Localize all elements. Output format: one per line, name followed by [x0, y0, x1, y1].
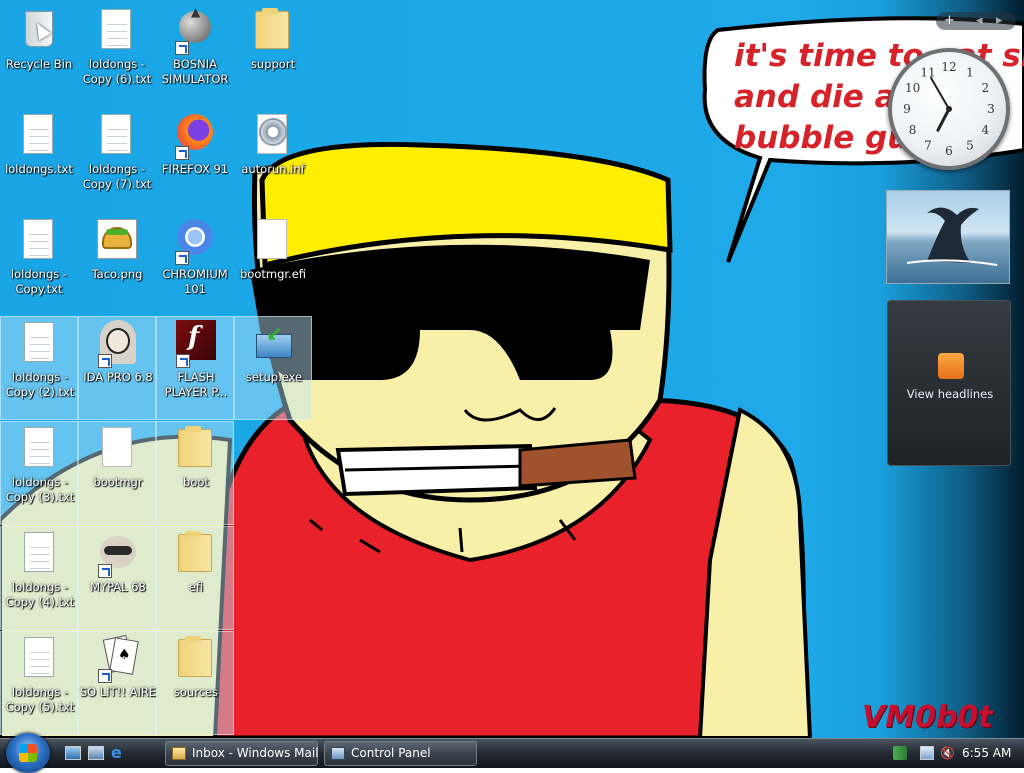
- desktop-icon-taco-png[interactable]: Taco.png: [78, 214, 156, 318]
- desktop-icon-sources-folder[interactable]: sources: [156, 631, 234, 735]
- desktop-icon-ida-pro[interactable]: IDA PRO 6.8: [78, 316, 156, 420]
- desktop-icon-recycle-bin[interactable]: Recycle Bin: [0, 4, 78, 108]
- spiked-ball-icon: ▲: [175, 5, 215, 55]
- display-icon[interactable]: [920, 746, 934, 760]
- ida-pro-icon: [98, 320, 138, 368]
- folder-icon: [176, 635, 216, 683]
- desktop-icon-loldongs-copy-txt[interactable]: loldongs - Copy.txt: [0, 214, 78, 318]
- folder-icon: [253, 7, 293, 55]
- clock-numeral: 11: [920, 66, 935, 80]
- taco-image-icon: [97, 217, 137, 265]
- desktop-icon-firefox[interactable]: FIREFOX 91: [156, 109, 234, 213]
- raccoon-browser-icon: [98, 530, 138, 578]
- desktop-icon-loldongs-copy-4-txt[interactable]: loldongs - Copy (4).txt: [0, 526, 78, 630]
- show-desktop-icon[interactable]: [65, 746, 81, 760]
- windows-logo-icon: [19, 744, 37, 762]
- taskbar-clock[interactable]: 6:55 AM: [962, 739, 1011, 767]
- next-gadget-icon[interactable]: ▸: [996, 12, 1003, 30]
- clock-numeral: 6: [945, 144, 953, 158]
- slideshow-gadget[interactable]: [886, 190, 1010, 284]
- taskbar: e Inbox - Windows Mail Control Panel 🔇 6…: [0, 733, 1024, 773]
- network-status-icon[interactable]: [893, 746, 907, 760]
- desktop-icon-solitaire[interactable]: ♠ SO LIT!! AIRE: [78, 631, 156, 735]
- desktop-icon-loldongs-copy-3-txt[interactable]: loldongs - Copy (3).txt: [0, 421, 78, 525]
- start-button[interactable]: [6, 733, 50, 773]
- clock-numeral: 9: [903, 102, 911, 116]
- blank-file-icon: [253, 217, 293, 265]
- desktop-icon-boot-folder[interactable]: boot: [156, 421, 234, 525]
- clock-gadget[interactable]: 12 1 2 3 4 5 6 7 8 9 10 11: [888, 48, 1010, 170]
- clock-numeral: 12: [941, 60, 956, 74]
- desktop-icon-flash-player[interactable]: f FLASH PLAYER P...: [156, 316, 234, 420]
- desktop-icon-chromium[interactable]: CHROMIUM 101: [156, 214, 234, 318]
- clock-numeral: 7: [924, 138, 932, 152]
- desktop-icon-loldongs-copy-2-txt[interactable]: loldongs - Copy (2).txt: [0, 316, 78, 420]
- clock-numeral: 3: [987, 102, 995, 116]
- clock-numeral: 8: [909, 123, 917, 137]
- setup-installer-icon: ↙: [254, 320, 294, 368]
- volume-muted-icon[interactable]: 🔇: [940, 746, 955, 760]
- taskbar-button-control-panel[interactable]: Control Panel: [324, 741, 477, 766]
- text-file-icon: [19, 217, 59, 265]
- desktop-icon-autorun-inf[interactable]: autorun.inf: [234, 109, 312, 213]
- text-file-icon: [20, 320, 60, 368]
- desktop-icon-support-folder[interactable]: support: [234, 4, 312, 108]
- text-file-icon: [20, 530, 60, 578]
- folder-icon: [176, 425, 216, 473]
- internet-explorer-icon[interactable]: e: [111, 745, 127, 761]
- gadget-toolbar: + ◂ ▸: [936, 12, 1016, 30]
- text-file-icon: [97, 112, 137, 160]
- text-file-icon: [19, 112, 59, 160]
- text-file-icon: [20, 635, 60, 683]
- clock-numeral: 1: [966, 66, 974, 80]
- desktop-icon-bootmgr[interactable]: bootmgr: [78, 421, 156, 525]
- previous-gadget-icon[interactable]: ◂: [976, 12, 983, 30]
- desktop-icon-mypal[interactable]: MYPAL 68: [78, 526, 156, 630]
- clock-minute-hand: [930, 76, 950, 110]
- settings-file-icon: [253, 112, 293, 160]
- text-file-icon: [20, 425, 60, 473]
- text-file-icon: [97, 7, 137, 55]
- desktop-icon-loldongs-txt[interactable]: loldongs.txt: [0, 109, 78, 213]
- feed-headlines-gadget[interactable]: View headlines: [887, 300, 1011, 466]
- add-gadget-icon[interactable]: +: [944, 12, 955, 30]
- desktop-icon-bosnia-simulator[interactable]: ▲ BOSNIA SIMULATOR: [156, 4, 234, 108]
- whale-photo: [906, 207, 998, 266]
- playing-cards-icon: ♠: [98, 634, 139, 683]
- clock-numeral: 10: [905, 81, 920, 95]
- desktop-icon-loldongs-copy-6-txt[interactable]: loldongs - Copy (6).txt: [78, 4, 156, 108]
- clock-numeral: 5: [966, 138, 974, 152]
- chromium-icon: [175, 217, 215, 265]
- clock-hour-hand: [936, 107, 951, 132]
- clock-face: 12 12 3 45678 9 1011: [903, 60, 995, 158]
- folder-icon: [176, 530, 216, 578]
- blank-file-icon: [98, 425, 138, 473]
- clock-center-pin: [946, 106, 952, 112]
- firefox-icon: [175, 112, 215, 160]
- control-panel-icon: [331, 747, 345, 760]
- desktop-icon-loldongs-copy-7-txt[interactable]: loldongs - Copy (7).txt: [78, 109, 156, 213]
- mail-icon: [172, 747, 186, 760]
- flash-player-icon: f: [176, 320, 216, 368]
- desktop-icon-setup-exe[interactable]: ↙ setup.exe: [234, 316, 312, 420]
- rss-feed-icon: [938, 353, 964, 379]
- taskbar-button-windows-mail[interactable]: Inbox - Windows Mail: [165, 741, 319, 766]
- desktop-icon-bootmgr-efi[interactable]: bootmgr.efi: [234, 214, 312, 318]
- clock-numeral: 2: [982, 81, 990, 95]
- view-headlines-link[interactable]: View headlines: [888, 387, 1012, 401]
- desktop-icon-efi-folder[interactable]: efi: [156, 526, 234, 630]
- desktop[interactable]: it's time to eat shi and die an bubble g…: [0, 0, 1024, 738]
- desktop-icon-loldongs-copy-5-txt[interactable]: loldongs - Copy (5).txt: [0, 631, 78, 735]
- switch-windows-icon[interactable]: [88, 746, 104, 760]
- clock-numeral: 4: [982, 123, 990, 137]
- wallpaper-signature: VM0b0t: [862, 700, 993, 735]
